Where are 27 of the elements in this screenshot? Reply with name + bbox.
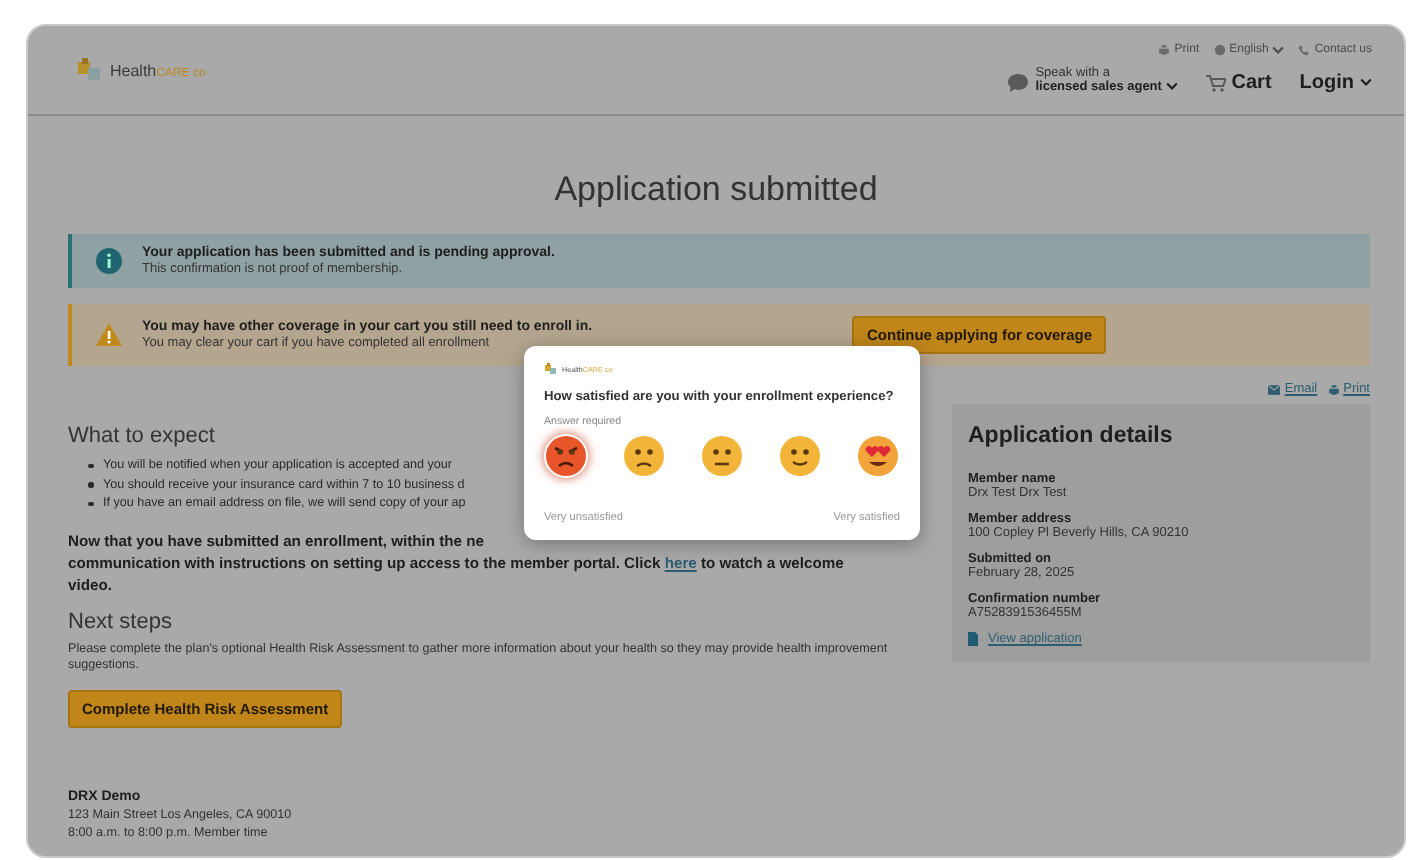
caret-icon <box>1360 78 1372 86</box>
bullet-icon <box>88 482 93 487</box>
section-heading: Next steps <box>68 609 172 633</box>
chat-icon <box>1007 73 1028 91</box>
section-heading: What to expect <box>68 424 215 448</box>
info-icon <box>96 248 122 274</box>
rating-option[interactable] <box>856 434 900 478</box>
bullet-icon <box>88 501 93 506</box>
warning-icon <box>96 322 122 348</box>
printer-icon <box>1158 44 1171 57</box>
rating-option[interactable] <box>622 434 666 478</box>
page-title: Application submitted <box>552 170 880 210</box>
logo-icon <box>76 56 104 84</box>
mail-icon <box>1268 383 1281 395</box>
logo-icon <box>544 362 558 376</box>
cart-icon <box>1205 73 1226 91</box>
document-icon <box>968 632 978 646</box>
phone-icon <box>1298 44 1311 57</box>
cart-link[interactable]: Cart <box>1205 71 1272 93</box>
caret-icon <box>1165 82 1178 90</box>
card-title: Application details <box>968 424 1175 448</box>
bullet-icon <box>88 463 93 468</box>
printer-icon <box>1327 383 1340 395</box>
login-menu[interactable]: Login <box>1299 71 1372 93</box>
rating-option[interactable] <box>700 434 744 478</box>
rating-option[interactable] <box>778 434 822 478</box>
rating-option[interactable] <box>544 434 588 478</box>
